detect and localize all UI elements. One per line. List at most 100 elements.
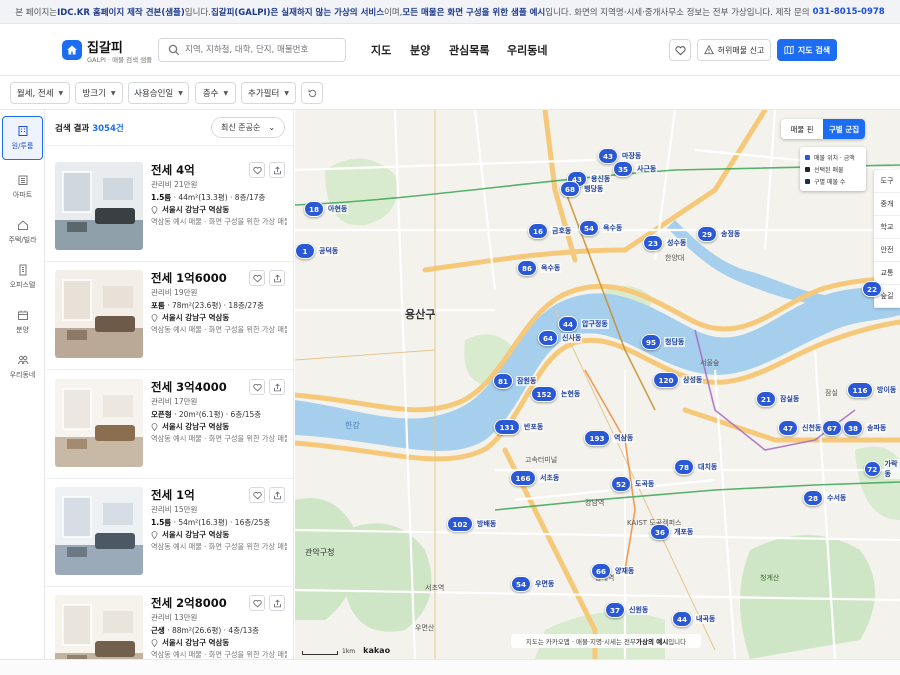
cluster-count[interactable]: 1 [295,243,315,259]
mode-pin[interactable]: 매물 핀 [781,119,823,139]
nav-map[interactable]: 지도 [371,42,391,58]
sort-dropdown[interactable]: 최신 준공순 ⌄ [211,117,285,138]
district-cluster[interactable]: 95 청담동 [641,334,686,350]
district-cluster[interactable]: 1 공덕동 [295,243,340,259]
cluster-count[interactable]: 68 [560,181,580,197]
listing-photo[interactable] [55,162,143,250]
listing-photo[interactable] [55,487,143,575]
cluster-count[interactable]: 86 [517,260,537,276]
cluster-count[interactable]: 116 [847,382,873,398]
district-cluster[interactable]: 120 삼성동 [653,372,704,388]
cluster-count[interactable]: 54 [579,220,599,236]
favorite-button[interactable] [249,162,265,178]
district-cluster[interactable]: 52 도곡동 [611,476,656,492]
district-cluster[interactable]: 21 잠실동 [756,391,801,407]
district-cluster[interactable]: 35 사근동 [613,161,658,177]
cluster-count[interactable]: 18 [304,201,324,217]
map-view[interactable]: 서울숲 한양대 용산구 한강 잠실 고속터미널 강남역 서초역 양재역 KAIS… [295,110,900,659]
cluster-count[interactable]: 28 [803,490,823,506]
favorites-button[interactable] [669,39,691,61]
district-cluster[interactable]: 54 옥수동 [579,220,624,236]
favorite-button[interactable] [249,379,265,395]
cluster-count[interactable]: 16 [528,223,548,239]
listing-photo[interactable] [55,270,143,358]
cluster-count[interactable]: 102 [447,516,473,532]
filter-approval-date[interactable]: 사용승인일 ▼ [128,82,189,104]
listing-photo[interactable] [55,379,143,467]
district-cluster[interactable]: 166 서초동 [510,470,561,486]
nav-presale[interactable]: 분양 [410,42,430,58]
rail-presale[interactable]: 분양 [0,300,45,344]
cluster-count[interactable]: 38 [843,420,863,436]
cluster-count[interactable]: 47 [778,420,798,436]
cluster-count[interactable]: 120 [653,372,679,388]
nav-neighborhood[interactable]: 우리동네 [507,42,547,58]
report-fake-listing-button[interactable]: 허위매물 신고 [697,39,771,61]
district-cluster[interactable]: 152 논현동 [531,386,582,402]
rail-oneroom[interactable]: 원/투룸 [2,116,43,160]
poi-agent[interactable]: 중개 [874,193,900,216]
contact-phone[interactable]: 031-8015-0978 [813,7,885,17]
mode-district-cluster[interactable]: 구별 군집 [823,119,865,139]
listing-card[interactable]: 전세 3억4000 관리비 17만원 오픈형 · 20m²(6.1평) · 6층/1… [45,371,293,479]
cluster-count[interactable]: 78 [674,459,694,475]
cluster-count[interactable]: 37 [605,602,625,618]
district-cluster[interactable]: 18 아현동 [304,201,349,217]
district-cluster[interactable]: 28 수서동 [803,490,848,506]
district-cluster[interactable]: 44 내곡동 [672,611,717,627]
filter-more[interactable]: 추가필터 ▼ [241,82,296,104]
share-button[interactable] [269,595,285,611]
district-cluster[interactable]: 23 성수동 [643,235,688,251]
map-mode-toggle[interactable]: 매물 핀 구별 군집 [781,119,865,139]
cluster-count[interactable]: 81 [493,373,513,389]
rail-officetel[interactable]: 오피스텔 [0,255,45,299]
district-cluster[interactable]: 67 [822,420,842,436]
cluster-count[interactable]: 23 [643,235,663,251]
district-cluster[interactable]: 22 [862,281,882,297]
search-box[interactable] [158,38,346,62]
cluster-count[interactable]: 29 [697,226,717,242]
cluster-count[interactable]: 131 [494,419,520,435]
district-cluster[interactable]: 72 가락동 [864,459,900,479]
district-cluster[interactable]: 131 반포동 [494,419,545,435]
cluster-count[interactable]: 193 [584,430,610,446]
share-button[interactable] [269,379,285,395]
district-cluster[interactable]: 64 신사동 [538,330,583,346]
listing-card[interactable]: 전세 1억6000 관리비 19만원 포룸 · 78m²(23.6평) · 18층/… [45,262,293,370]
favorite-button[interactable] [249,487,265,503]
cluster-count[interactable]: 72 [864,461,881,477]
cluster-count[interactable]: 22 [862,281,882,297]
cluster-count[interactable]: 52 [611,476,631,492]
listing-card[interactable]: 전세 1억 관리비 15만원 1.5룸 · 54m²(16.3평) · 16층/25… [45,479,293,587]
rail-apartment[interactable]: 아파트 [0,165,45,209]
cluster-count[interactable]: 95 [641,334,661,350]
district-cluster[interactable]: 37 신원동 [605,602,650,618]
cluster-count[interactable]: 54 [511,576,531,592]
cluster-count[interactable]: 152 [531,386,557,402]
cluster-count[interactable]: 66 [591,563,611,579]
district-cluster[interactable]: 86 옥수동 [517,260,562,276]
nav-favorites[interactable]: 관심목록 [449,42,489,58]
cluster-count[interactable]: 67 [822,420,842,436]
map-search-button[interactable]: 지도 검색 [777,39,837,61]
district-cluster[interactable]: 116 방이동 [847,382,898,398]
cluster-count[interactable]: 21 [756,391,776,407]
district-cluster[interactable]: 102 방배동 [447,516,498,532]
poi-school[interactable]: 학교 [874,216,900,239]
cluster-count[interactable]: 36 [650,524,670,540]
district-cluster[interactable]: 54 우면동 [511,576,556,592]
district-cluster[interactable]: 38 송파동 [843,420,888,436]
cluster-count[interactable]: 64 [538,330,558,346]
rail-neighborhood[interactable]: 우리동네 [0,345,45,389]
search-input[interactable] [185,42,341,58]
cluster-count[interactable]: 44 [672,611,692,627]
poi-tools[interactable]: 도구 [874,170,900,193]
reset-filters-button[interactable] [301,82,323,104]
cluster-count[interactable]: 166 [510,470,536,486]
district-cluster[interactable]: 66 양재동 [591,563,636,579]
rail-house-villa[interactable]: 주택/빌라 [0,210,45,254]
district-cluster[interactable]: 78 대치동 [674,459,719,475]
cluster-count[interactable]: 35 [613,161,633,177]
district-cluster[interactable]: 68 행당동 [560,181,605,197]
filter-floor[interactable]: 층수 ▼ [195,82,236,104]
